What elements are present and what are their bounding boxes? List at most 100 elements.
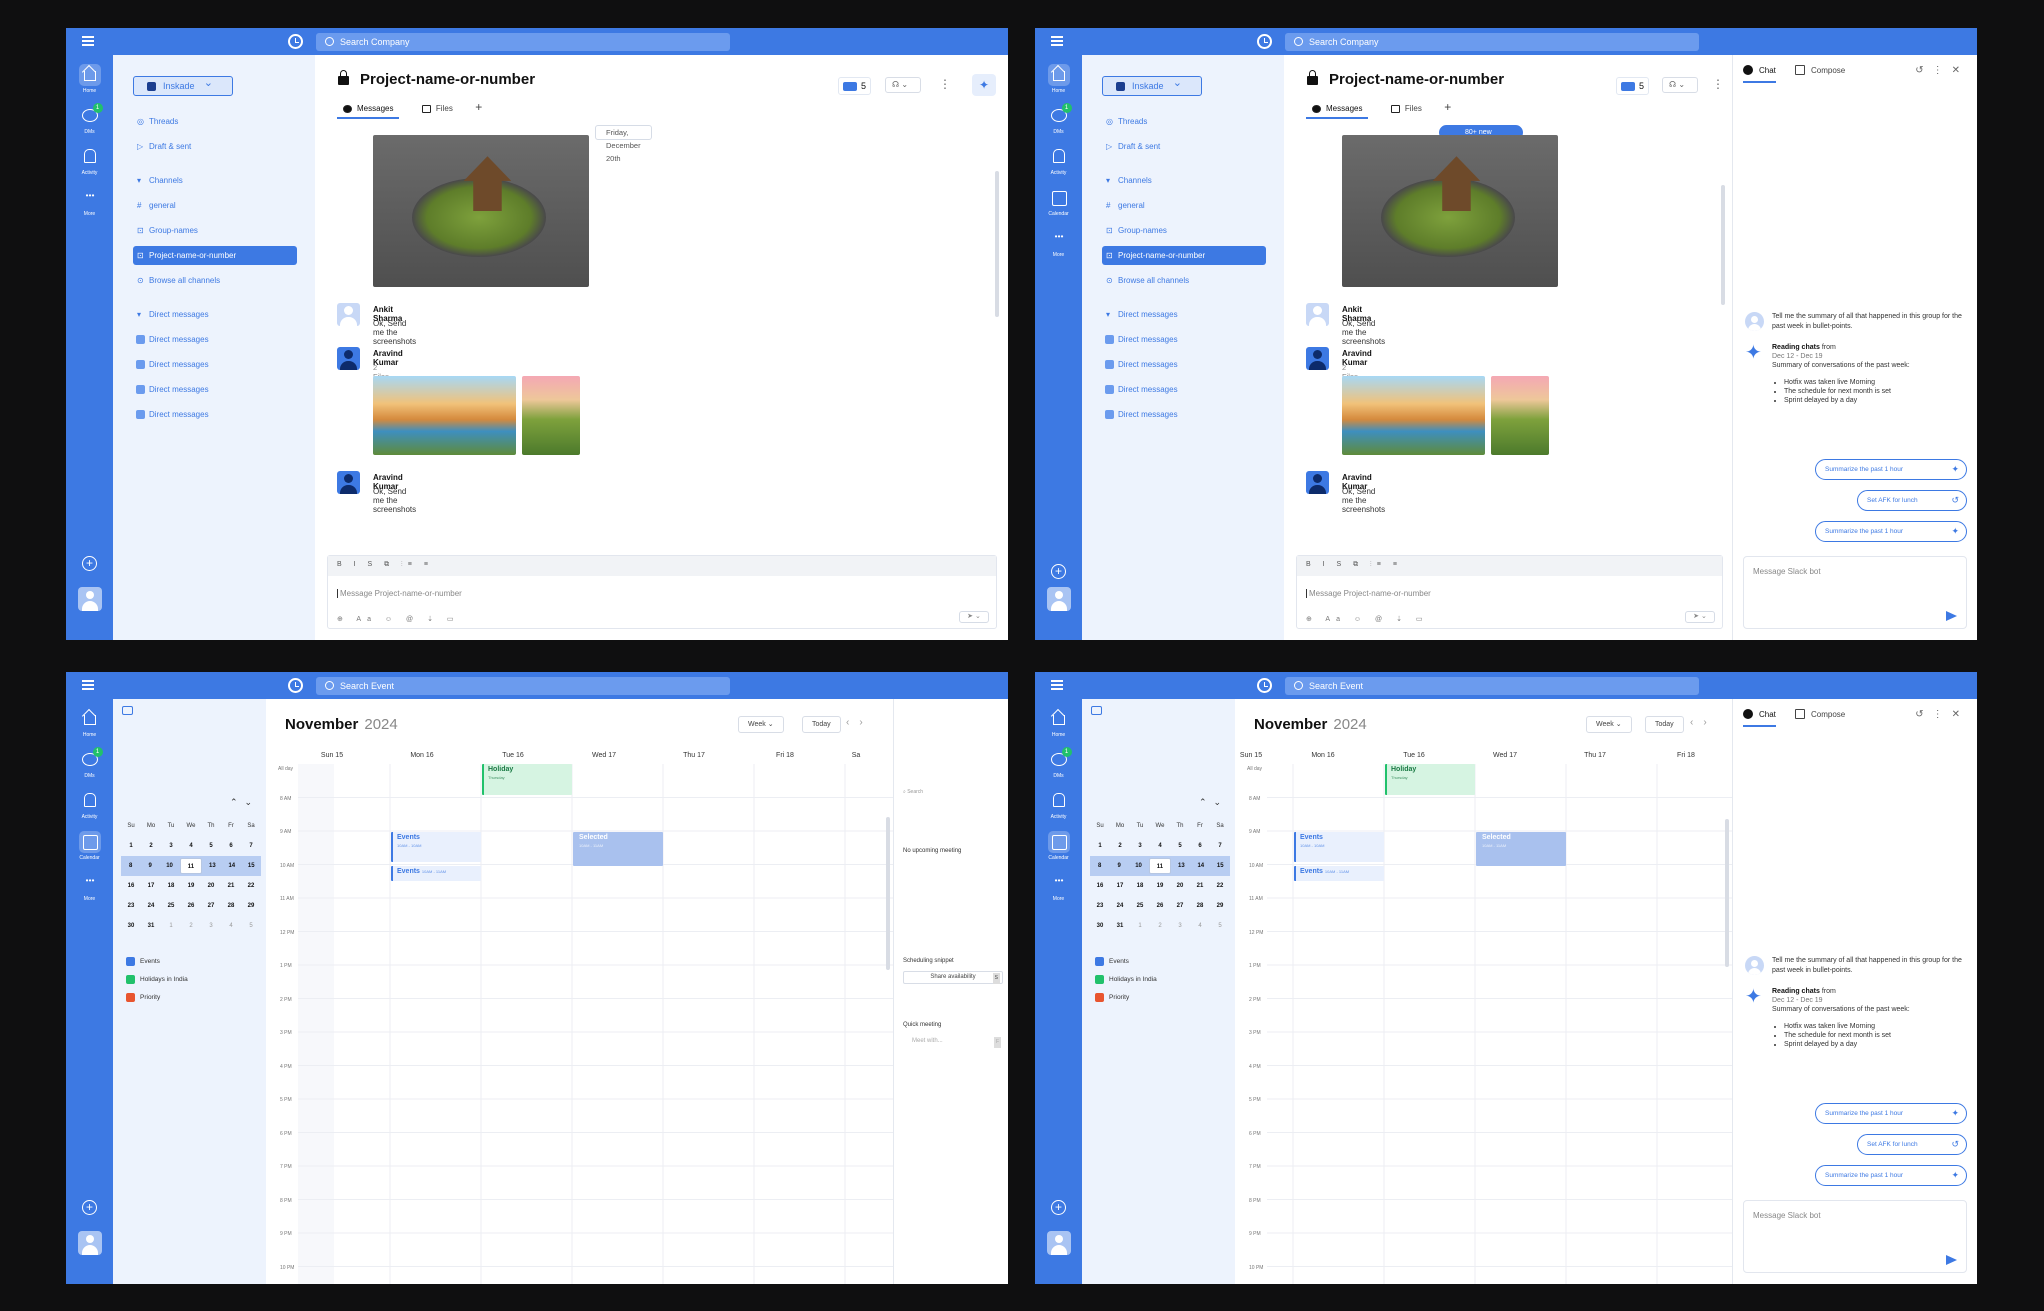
rail-more[interactable]: More <box>66 187 113 217</box>
ai-sparkle-icon[interactable]: ✦ <box>972 74 996 96</box>
sidebar-item-browse[interactable]: ⊙ Browse all channels <box>133 271 297 290</box>
tab-chat[interactable]: Chat <box>1743 708 1776 727</box>
dm-header[interactable]: ▾ Direct messages <box>1102 305 1266 324</box>
workspace-switcher[interactable]: Inskade <box>133 74 233 96</box>
tab-compose[interactable]: Compose <box>1795 708 1845 725</box>
sidebar-item-group-names[interactable]: ⊡ Group-names <box>1102 221 1266 240</box>
landscape-image[interactable] <box>1342 376 1485 455</box>
sidebar-item-project[interactable]: ⊡ Project-name-or-number <box>1102 246 1266 265</box>
tab-files[interactable]: Files <box>416 100 459 117</box>
tab-compose[interactable]: Compose <box>1795 64 1845 81</box>
event-selected[interactable]: Selected 10AM - 11AM <box>573 832 663 866</box>
rail-calendar[interactable]: Calendar <box>66 831 113 861</box>
rail-more[interactable]: More <box>1035 228 1082 258</box>
scrollbar[interactable] <box>1725 819 1729 967</box>
ai-panel-actions[interactable]: ↺⋮✕ <box>1915 709 1969 720</box>
sidebar-item-dm[interactable]: Direct messages <box>1102 355 1266 374</box>
sidebar-item-general[interactable]: # general <box>1102 196 1266 215</box>
suggestion-button[interactable]: Summarize the past 1 hour ✦ <box>1815 1103 1967 1124</box>
week-row[interactable]: 1234567 <box>1090 836 1230 856</box>
meet-with-input[interactable]: Meet with... F <box>903 1036 1003 1049</box>
add-tab-button[interactable]: + <box>475 100 482 114</box>
send-button[interactable]: ➤ ⌄ <box>1685 611 1715 623</box>
format-toolbar[interactable]: B I S ⧉ ⋮≡ ≡ <box>1297 556 1722 576</box>
week-nav[interactable]: ‹› <box>1690 717 1717 728</box>
event-holiday[interactable]: Holiday Thursday <box>1385 764 1475 795</box>
tab-files[interactable]: Files <box>1385 100 1428 117</box>
add-icon[interactable]: + <box>82 556 97 571</box>
sidebar-item-threads[interactable]: ◎ Threads <box>1102 112 1266 131</box>
mini-calendar-nav[interactable]: ⌃⌄ <box>1199 797 1228 808</box>
members-button[interactable]: 5 <box>1616 77 1650 96</box>
sidebar-toggle-icon[interactable] <box>122 706 133 715</box>
sidebar-item-dm[interactable]: Direct messages <box>133 330 297 349</box>
today-button[interactable]: Today <box>1645 716 1684 733</box>
workspace-switcher[interactable]: Inskade <box>1102 74 1202 96</box>
hamburger-menu-icon[interactable] <box>1051 680 1063 690</box>
view-select[interactable]: Week ⌄ <box>738 716 784 733</box>
avatar[interactable] <box>1047 587 1071 611</box>
more-icon[interactable]: ⋮ <box>1712 77 1724 91</box>
suggestion-button[interactable]: Summarize the past 1 hour ✦ <box>1815 459 1967 480</box>
village-image[interactable] <box>373 135 589 287</box>
avatar[interactable] <box>78 587 102 611</box>
send-button[interactable]: ➤ ⌄ <box>959 611 989 623</box>
sidebar-toggle-icon[interactable] <box>1091 706 1102 715</box>
legend-holidays[interactable]: Holidays in India <box>1095 974 1157 985</box>
rail-dms[interactable]: 1 DMs <box>1035 747 1082 779</box>
mini-calendar-nav[interactable]: ⌃⌄ <box>230 797 259 808</box>
suggestion-button[interactable]: Summarize the past 1 hour ✦ <box>1815 1165 1967 1186</box>
legend-priority[interactable]: Priority <box>1095 992 1129 1003</box>
sidebar-item-dm[interactable]: Direct messages <box>133 355 297 374</box>
ai-message-input[interactable]: Message Slack bot <box>1743 556 1967 629</box>
send-icon[interactable] <box>1946 611 1957 621</box>
history-icon[interactable] <box>1257 34 1272 49</box>
message-input[interactable]: Message Project-name-or-number <box>337 589 462 598</box>
sidebar-item-dm[interactable]: Direct messages <box>133 405 297 424</box>
sidebar-item-general[interactable]: # general <box>133 196 297 215</box>
search-input[interactable]: Search Company <box>1285 33 1699 51</box>
event-holiday[interactable]: Holiday Thursday <box>482 764 572 795</box>
rail-home[interactable]: Home <box>1035 64 1082 94</box>
legend-events[interactable]: Events <box>1095 956 1129 967</box>
search-input[interactable]: Search Company <box>316 33 730 51</box>
rail-calendar[interactable]: Calendar <box>1035 831 1082 861</box>
huddle-button[interactable]: ☊ ⌄ <box>885 77 921 93</box>
selected-week-row[interactable]: 8 9 10 11 13 14 15 <box>121 856 261 876</box>
add-tab-button[interactable]: + <box>1444 100 1451 114</box>
hamburger-menu-icon[interactable] <box>1051 36 1063 46</box>
tab-messages[interactable]: Messages <box>1306 100 1369 119</box>
village-image[interactable] <box>1342 135 1558 287</box>
scrollbar[interactable] <box>1721 185 1725 305</box>
date-divider[interactable]: Friday, December 20th <box>595 125 652 163</box>
add-icon[interactable]: + <box>82 1200 97 1215</box>
rail-home[interactable]: Home <box>66 64 113 94</box>
rail-calendar[interactable]: Calendar <box>1035 187 1082 217</box>
channels-header[interactable]: ▾ Channels <box>1102 171 1266 190</box>
week-row[interactable]: 16 17 18 19 20 21 22 <box>1090 876 1230 896</box>
rail-more[interactable]: More <box>66 872 113 902</box>
rail-home[interactable]: Home <box>1035 708 1082 738</box>
format-toolbar[interactable]: B I S ⧉ ⋮≡ ≡ <box>328 556 996 576</box>
avatar[interactable] <box>337 471 360 494</box>
legend-priority[interactable]: Priority <box>126 992 160 1003</box>
avatar[interactable] <box>1306 471 1329 494</box>
add-icon[interactable]: + <box>1051 1200 1066 1215</box>
rail-dms[interactable]: 1 DMs <box>1035 103 1082 135</box>
tab-messages[interactable]: Messages <box>337 100 400 119</box>
more-icon[interactable]: ⋮ <box>939 77 951 91</box>
week-row[interactable]: 23 24 25 26 27 28 29 <box>1090 896 1230 916</box>
sidebar-item-project[interactable]: ⊡ Project-name-or-number <box>133 246 297 265</box>
rail-activity[interactable]: Activity <box>66 790 113 820</box>
week-row[interactable]: 30 31 1 2 3 4 5 <box>121 916 261 936</box>
ai-panel-actions[interactable]: ↺⋮✕ <box>1915 65 1969 76</box>
suggestion-button[interactable]: Summarize the past 1 hour ✦ <box>1815 521 1967 542</box>
ai-message-input[interactable]: Message Slack bot <box>1743 1200 1967 1273</box>
search-input[interactable]: Search Event <box>1285 677 1699 695</box>
sidebar-item-dm[interactable]: Direct messages <box>1102 330 1266 349</box>
avatar[interactable] <box>1306 347 1329 370</box>
week-row[interactable]: 23 24 25 26 27 28 29 <box>121 896 261 916</box>
event-events[interactable]: Events 10AM - 11AM <box>1294 866 1384 881</box>
rail-home[interactable]: Home <box>66 708 113 738</box>
sidebar-item-dm[interactable]: Direct messages <box>1102 380 1266 399</box>
